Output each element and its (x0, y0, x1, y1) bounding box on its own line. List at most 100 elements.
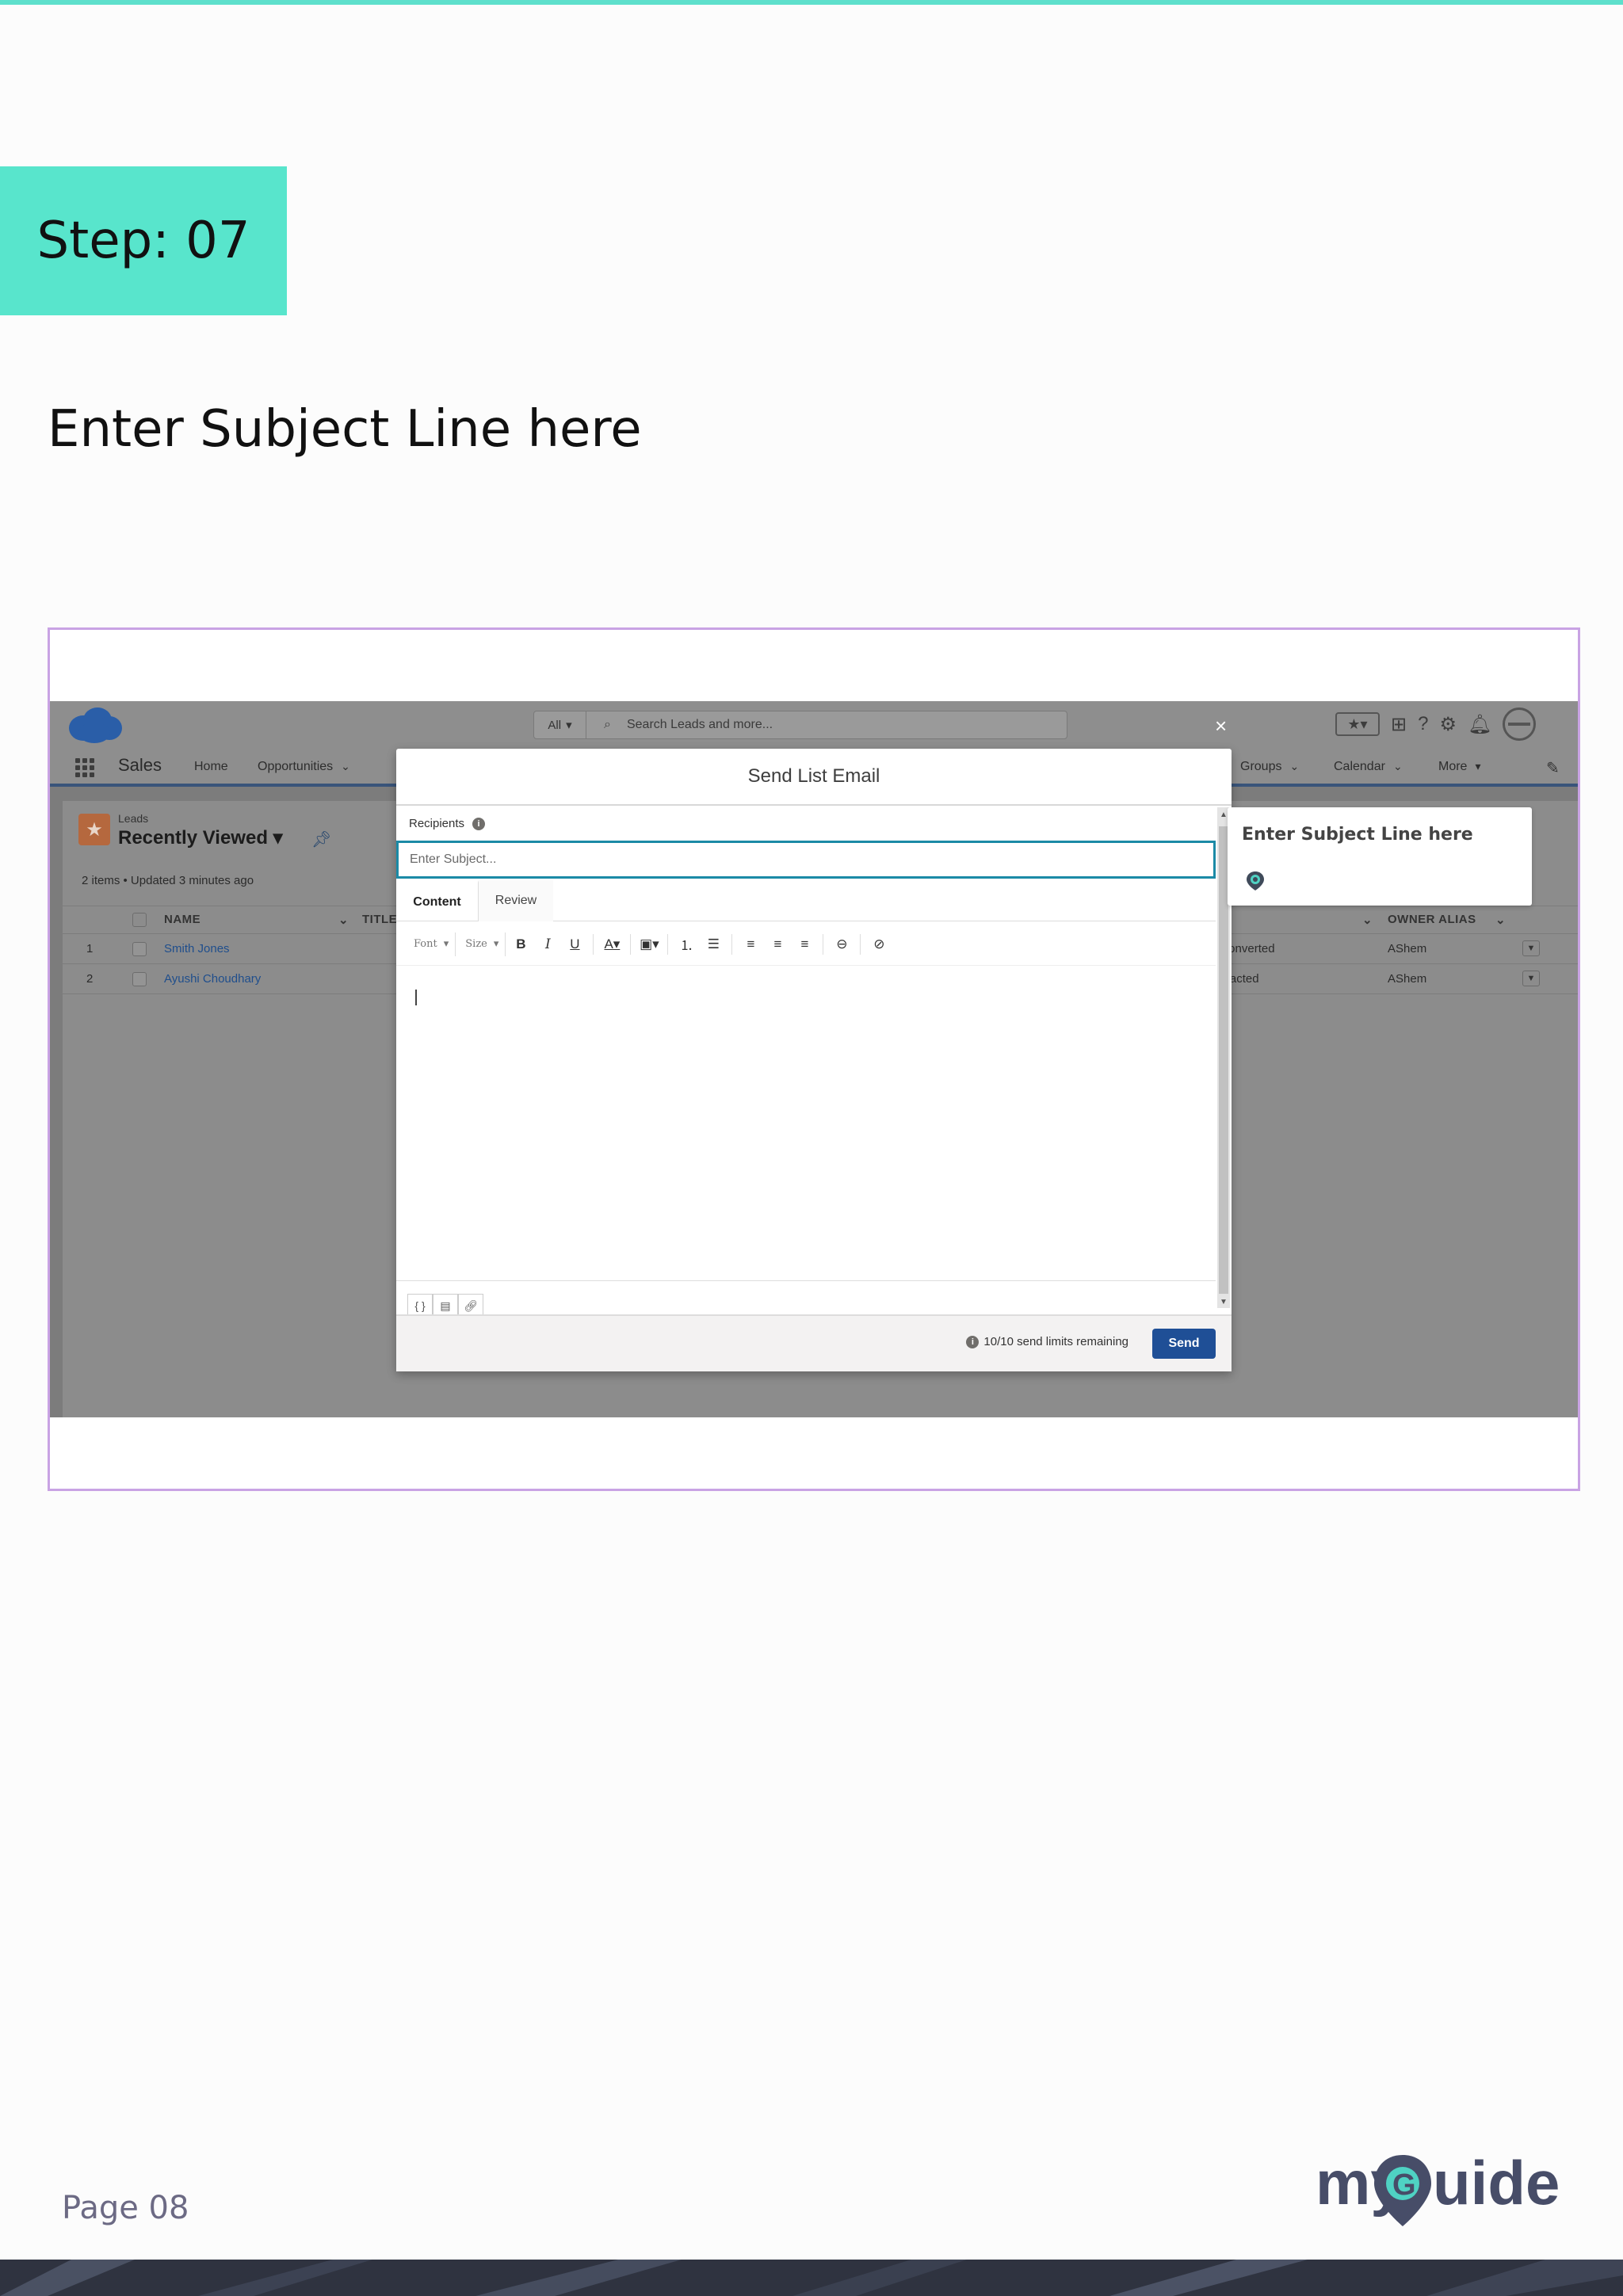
send-limits-text: 10/10 send limits remaining (983, 1335, 1128, 1348)
email-body-editor[interactable] (396, 967, 1216, 1281)
toolbar-divider (860, 933, 861, 955)
info-icon[interactable]: i (472, 817, 486, 830)
app-screenshot: All ▾ ⌕ Search Leads and more... × ★▾ ⊞ … (50, 701, 1578, 1417)
subject-input[interactable] (396, 841, 1216, 879)
toolbar-divider (630, 933, 632, 955)
caret-down-icon: ▾ (443, 938, 449, 950)
row-checkbox[interactable] (132, 942, 147, 956)
search-icon: ⌕ (604, 718, 611, 731)
nav-item-more[interactable]: More ▾ (1438, 760, 1480, 774)
help-icon[interactable]: ? (1418, 713, 1428, 735)
underline-icon[interactable]: U (563, 933, 586, 956)
image-icon[interactable]: ▣▾ (637, 933, 661, 956)
nav-item-home[interactable]: Home (194, 760, 228, 774)
owner-alias: AShem (1388, 972, 1427, 986)
editor-tabs: Content Review (396, 880, 1216, 921)
remove-formatting-icon[interactable]: ⊘ (867, 933, 891, 956)
chevron-down-icon: ⌄ (1289, 760, 1300, 772)
row-number: 2 (86, 972, 94, 986)
close-icon[interactable]: × (1215, 714, 1227, 738)
modal-footer: i 10/10 send limits remaining Send (396, 1314, 1232, 1371)
owner-alias: AShem (1388, 942, 1427, 955)
chevron-down-icon[interactable]: ⌄ (1495, 913, 1506, 927)
select-all-checkbox[interactable] (132, 913, 147, 927)
link-icon[interactable]: ⊖ (830, 933, 854, 956)
toolbar-divider (667, 933, 669, 955)
global-header: All ▾ ⌕ Search Leads and more... × ★▾ ⊞ … (50, 701, 1578, 747)
header-utility-icons: ★▾ ⊞ ? ⚙ 🔔︎ (1335, 707, 1537, 741)
chevron-down-icon: ▾ (566, 719, 572, 732)
lead-name-link[interactable]: Ayushi Choudhary (164, 972, 261, 986)
avatar[interactable] (1503, 707, 1537, 741)
scroll-up-icon[interactable]: ▲ (1220, 810, 1228, 819)
bold-icon[interactable]: B (509, 933, 533, 956)
send-limits: i 10/10 send limits remaining (966, 1335, 1128, 1348)
search-scope-dropdown[interactable]: All ▾ (534, 711, 586, 738)
search-input[interactable]: Search Leads and more... (627, 718, 773, 732)
global-search[interactable]: All ▾ ⌕ Search Leads and more... (533, 711, 1067, 739)
row-action-dropdown-icon[interactable]: ▼ (1522, 940, 1540, 956)
caret-down-icon: ▾ (493, 938, 499, 950)
align-left-icon[interactable]: ≡ (739, 933, 762, 956)
send-list-email-modal: Send List Email Recipients i Content Rev… (396, 749, 1232, 1371)
caret-down-icon: ▾ (273, 827, 283, 849)
modal-header: Send List Email (396, 749, 1232, 806)
footer-decorative-band (0, 2260, 1623, 2296)
text-color-icon[interactable]: A▾ (600, 933, 624, 956)
row-checkbox[interactable] (132, 972, 147, 986)
nav-item-opportunities[interactable]: Opportunities ⌄ (258, 760, 350, 774)
italic-icon[interactable]: I (536, 933, 559, 956)
app-name: Sales (118, 755, 162, 775)
tooltip-text: Enter Subject Line here (1242, 825, 1473, 845)
rich-text-toolbar: Font ▾ Size ▾ B I U A▾ ▣▾ ⒈ ☰ ≡ ≡ ≡ ⊖ ⊘ (396, 923, 1216, 966)
chevron-down-icon[interactable]: ⌄ (338, 913, 349, 927)
screenshot-frame: All ▾ ⌕ Search Leads and more... × ★▾ ⊞ … (48, 627, 1580, 1491)
top-accent-line (0, 0, 1623, 5)
align-center-icon[interactable]: ≡ (766, 933, 789, 956)
svg-text:uide: uide (1433, 2148, 1560, 2218)
row-action-dropdown-icon[interactable]: ▼ (1522, 971, 1540, 986)
tab-content[interactable]: Content (396, 880, 479, 921)
caret-down-icon: ▾ (1475, 760, 1481, 772)
info-icon: i (966, 1335, 980, 1348)
tab-review[interactable]: Review (479, 880, 553, 921)
send-button[interactable]: Send (1152, 1329, 1216, 1359)
nav-item-calendar[interactable]: Calendar ⌄ (1334, 760, 1403, 774)
scroll-down-icon[interactable]: ▼ (1220, 1298, 1228, 1306)
chevron-down-icon: ⌄ (341, 760, 350, 772)
modal-title: Send List Email (747, 765, 880, 787)
salesforce-logo-icon[interactable] (66, 706, 124, 746)
align-right-icon[interactable]: ≡ (792, 933, 816, 956)
column-header-owner-alias[interactable]: OWNER ALIAS (1388, 913, 1476, 926)
nav-item-groups[interactable]: Groups ⌄ (1240, 760, 1299, 774)
search-scope-label: All (548, 718, 562, 732)
column-header-name[interactable]: NAME (164, 913, 200, 926)
object-label: Leads (118, 812, 149, 825)
notification-bell-icon[interactable]: 🔔︎ (1468, 713, 1491, 736)
toolbar-divider (593, 933, 594, 955)
column-header-title[interactable]: TITLE (362, 913, 397, 926)
favorites-icon[interactable]: ★▾ (1335, 712, 1380, 736)
chevron-down-icon: ⌄ (1392, 760, 1403, 772)
bulleted-list-icon[interactable]: ☰ (701, 933, 725, 956)
step-badge: Step: 07 (0, 166, 287, 315)
global-actions-icon[interactable]: ⊞ (1391, 713, 1407, 736)
recipients-field: Recipients i (409, 817, 486, 830)
row-number: 1 (86, 942, 94, 955)
toolbar-divider (731, 933, 733, 955)
guide-tooltip: Enter Subject Line here (1228, 807, 1532, 906)
text-cursor (415, 990, 417, 1005)
pin-icon[interactable]: 📌︎ (311, 830, 331, 849)
list-view-selector[interactable]: Recently Viewed ▾ (118, 826, 283, 849)
gear-icon[interactable]: ⚙ (1439, 713, 1457, 736)
font-select[interactable]: Font ▾ (407, 932, 456, 956)
edit-nav-pencil-icon[interactable]: ✎ (1546, 758, 1560, 778)
size-select[interactable]: Size ▾ (459, 932, 506, 956)
chevron-down-icon[interactable]: ⌄ (1362, 913, 1373, 927)
step-instruction: Enter Subject Line here (48, 400, 642, 459)
lead-name-link[interactable]: Smith Jones (164, 942, 230, 955)
myguide-pin-icon[interactable] (1245, 871, 1266, 891)
numbered-list-icon[interactable]: ⒈ (674, 933, 698, 956)
app-launcher-icon[interactable] (75, 758, 94, 777)
step-label: Step: 07 (36, 212, 250, 270)
